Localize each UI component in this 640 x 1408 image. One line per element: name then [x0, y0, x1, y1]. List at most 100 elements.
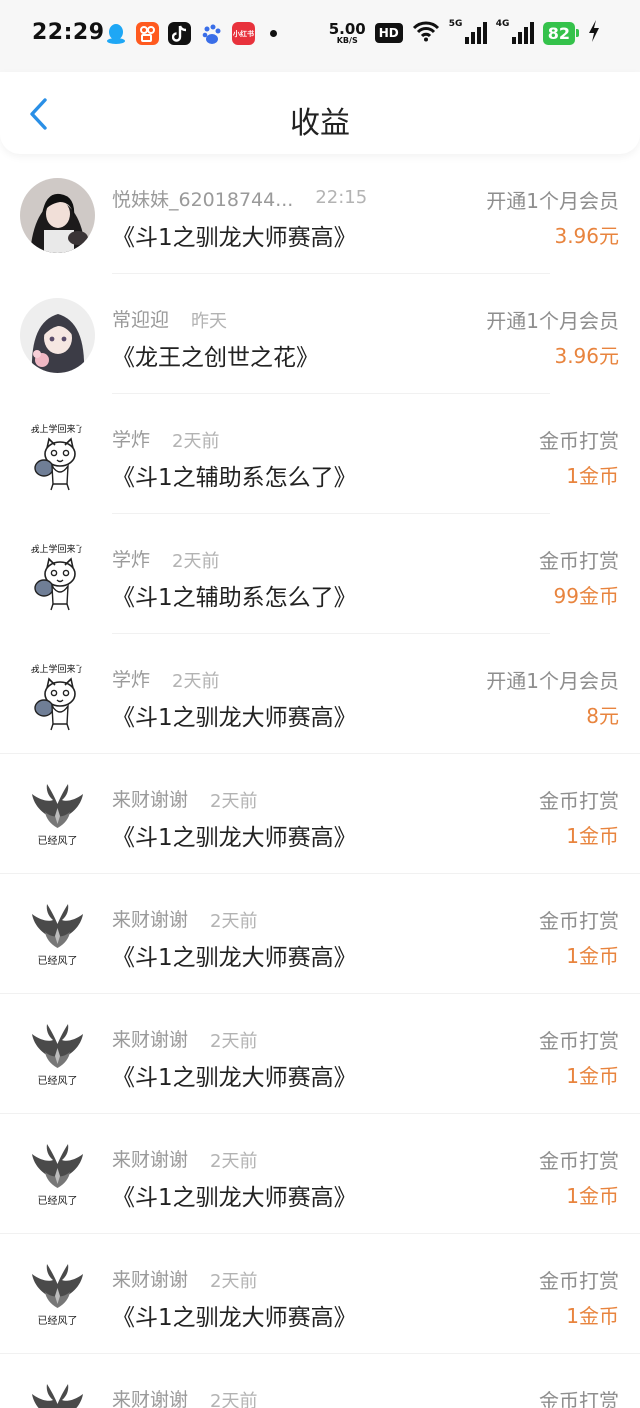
avatar-caption: 我上学回来了 [30, 543, 84, 555]
book-title: 《斗1之辅助系怎么了》 [112, 465, 357, 491]
record-time: 昨天 [191, 311, 227, 332]
avatar-caption: 已经风了 [38, 1194, 78, 1207]
earning-type: 开通1个月会员 [486, 189, 619, 213]
avatar-cat-sticker[interactable]: 我上学回来了 [20, 418, 95, 493]
earning-type: 开通1个月会员 [486, 669, 619, 693]
record-time: 2天前 [210, 1031, 258, 1052]
earning-amount: 1金币 [566, 464, 619, 488]
avatar-caption: 已经风了 [38, 954, 78, 967]
user-name: 来财谢谢 [112, 1149, 189, 1171]
notification-icons: 小红书 [104, 22, 277, 45]
avatar-emblem[interactable]: 已经风了 [20, 1378, 95, 1408]
xiaohongshu-icon: 小红书 [232, 22, 255, 45]
user-name: 来财谢谢 [112, 1389, 189, 1408]
nav-header: 收益 [0, 72, 640, 154]
user-name: 常迎迎 [112, 309, 170, 331]
earning-record[interactable]: 已经风了 来财谢谢 2天前 《斗1之驯龙大师赛高》 金币打赏 1金币 [0, 994, 640, 1114]
avatar-anime-girl[interactable] [20, 298, 95, 373]
charging-icon [588, 20, 600, 46]
earnings-list: 悦妹妹_62018744... 22:15 《斗1之驯龙大师赛高》 开通1个月会… [0, 154, 640, 1408]
avatar-emblem[interactable]: 已经风了 [20, 1018, 95, 1093]
record-time: 2天前 [210, 1391, 258, 1408]
earning-type: 金币打赏 [539, 429, 619, 453]
earning-record[interactable]: 我上学回来了 学炸 2天前 《斗1之辅助系怎么了》 金币打赏 99金币 [0, 514, 640, 634]
earning-type: 金币打赏 [539, 909, 619, 933]
earning-amount: 8元 [586, 704, 619, 728]
earning-record[interactable]: 我上学回来了 学炸 2天前 《斗1之驯龙大师赛高》 开通1个月会员 8元 [0, 634, 640, 754]
earning-record[interactable]: 已经风了 来财谢谢 2天前 《斗1之驯龙大师赛高》 金币打赏 1金币 [0, 1234, 640, 1354]
avatar-caption: 已经风了 [38, 1314, 78, 1327]
earning-amount: 99金币 [553, 584, 619, 608]
earning-type: 金币打赏 [539, 1269, 619, 1293]
earning-record[interactable]: 常迎迎 昨天 《龙王之创世之花》 开通1个月会员 3.96元 [0, 274, 640, 394]
book-title: 《斗1之驯龙大师赛高》 [112, 945, 357, 971]
book-title: 《斗1之驯龙大师赛高》 [112, 825, 357, 851]
earning-type: 金币打赏 [539, 549, 619, 573]
user-name: 学炸 [112, 549, 151, 571]
avatar-photo-girl[interactable] [20, 178, 95, 253]
earning-record[interactable]: 悦妹妹_62018744... 22:15 《斗1之驯龙大师赛高》 开通1个月会… [0, 154, 640, 274]
earning-amount: 3.96元 [554, 224, 619, 248]
record-time: 2天前 [210, 1271, 258, 1292]
avatar-emblem[interactable]: 已经风了 [20, 778, 95, 853]
record-time: 2天前 [172, 551, 220, 572]
kuaishou-icon [136, 22, 159, 45]
user-name: 学炸 [112, 429, 151, 451]
record-time: 2天前 [210, 911, 258, 932]
book-title: 《斗1之驯龙大师赛高》 [112, 225, 357, 251]
book-title: 《斗1之驯龙大师赛高》 [112, 1185, 357, 1211]
earning-record[interactable]: 已经风了 来财谢谢 2天前 《斗1之驯龙大师赛高》 金币打赏 1金币 [0, 1114, 640, 1234]
record-time: 2天前 [172, 431, 220, 452]
user-name: 来财谢谢 [112, 909, 189, 931]
earning-record[interactable]: 已经风了 来财谢谢 2天前 《斗1之驯龙大师赛高》 金币打赏 1金币 [0, 754, 640, 874]
earning-amount: 1金币 [566, 1064, 619, 1088]
earning-type: 金币打赏 [539, 789, 619, 813]
status-bar: 22:29 小红书 5.00 KB/S HD 5G 4G 82 [0, 0, 640, 72]
avatar-caption: 我上学回来了 [30, 663, 84, 675]
record-time: 22:15 [315, 187, 368, 208]
baidu-icon [200, 22, 223, 45]
avatar-cat-sticker[interactable]: 我上学回来了 [20, 658, 95, 733]
avatar-caption: 已经风了 [38, 834, 78, 847]
earning-amount: 1金币 [566, 1304, 619, 1328]
wifi-icon [412, 20, 440, 46]
book-title: 《斗1之驯龙大师赛高》 [112, 1065, 357, 1091]
earning-amount: 1金币 [566, 1184, 619, 1208]
book-title: 《斗1之驯龙大师赛高》 [112, 1305, 357, 1331]
earning-amount: 1金币 [566, 944, 619, 968]
signal-4g-icon: 4G [496, 19, 534, 44]
avatar-caption: 我上学回来了 [30, 423, 84, 435]
avatar-caption: 已经风了 [38, 1074, 78, 1087]
avatar-cat-sticker[interactable]: 我上学回来了 [20, 538, 95, 613]
qq-icon [104, 22, 127, 45]
status-time: 22:29 [32, 20, 105, 45]
earning-record[interactable]: 已经风了 来财谢谢 2天前 金币打赏 [0, 1354, 640, 1408]
book-title: 《斗1之辅助系怎么了》 [112, 585, 357, 611]
user-name: 来财谢谢 [112, 789, 189, 811]
earning-amount: 1金币 [566, 824, 619, 848]
avatar-emblem[interactable]: 已经风了 [20, 898, 95, 973]
record-time: 2天前 [172, 671, 220, 692]
user-name: 来财谢谢 [112, 1029, 189, 1051]
book-title: 《龙王之创世之花》 [112, 345, 319, 371]
earning-type: 开通1个月会员 [486, 309, 619, 333]
avatar-emblem[interactable]: 已经风了 [20, 1258, 95, 1333]
system-indicators: 5.00 KB/S HD 5G 4G 82 [328, 19, 600, 46]
earning-record[interactable]: 我上学回来了 学炸 2天前 《斗1之辅助系怎么了》 金币打赏 1金币 [0, 394, 640, 514]
record-time: 2天前 [210, 791, 258, 812]
earning-type: 金币打赏 [539, 1029, 619, 1053]
douyin-icon [168, 22, 191, 45]
avatar-emblem[interactable]: 已经风了 [20, 1138, 95, 1213]
network-speed: 5.00 KB/S [328, 19, 366, 45]
earning-record[interactable]: 已经风了 来财谢谢 2天前 《斗1之驯龙大师赛高》 金币打赏 1金币 [0, 874, 640, 994]
page-title: 收益 [290, 106, 350, 141]
record-time: 2天前 [210, 1151, 258, 1172]
earning-amount: 3.96元 [554, 344, 619, 368]
signal-5g-icon: 5G [449, 19, 487, 44]
hd-voice-icon: HD [374, 23, 403, 43]
earning-type: 金币打赏 [539, 1149, 619, 1173]
user-name: 来财谢谢 [112, 1269, 189, 1291]
book-title: 《斗1之驯龙大师赛高》 [112, 705, 357, 731]
more-notifications-dot [270, 30, 277, 37]
user-name: 学炸 [112, 669, 151, 691]
